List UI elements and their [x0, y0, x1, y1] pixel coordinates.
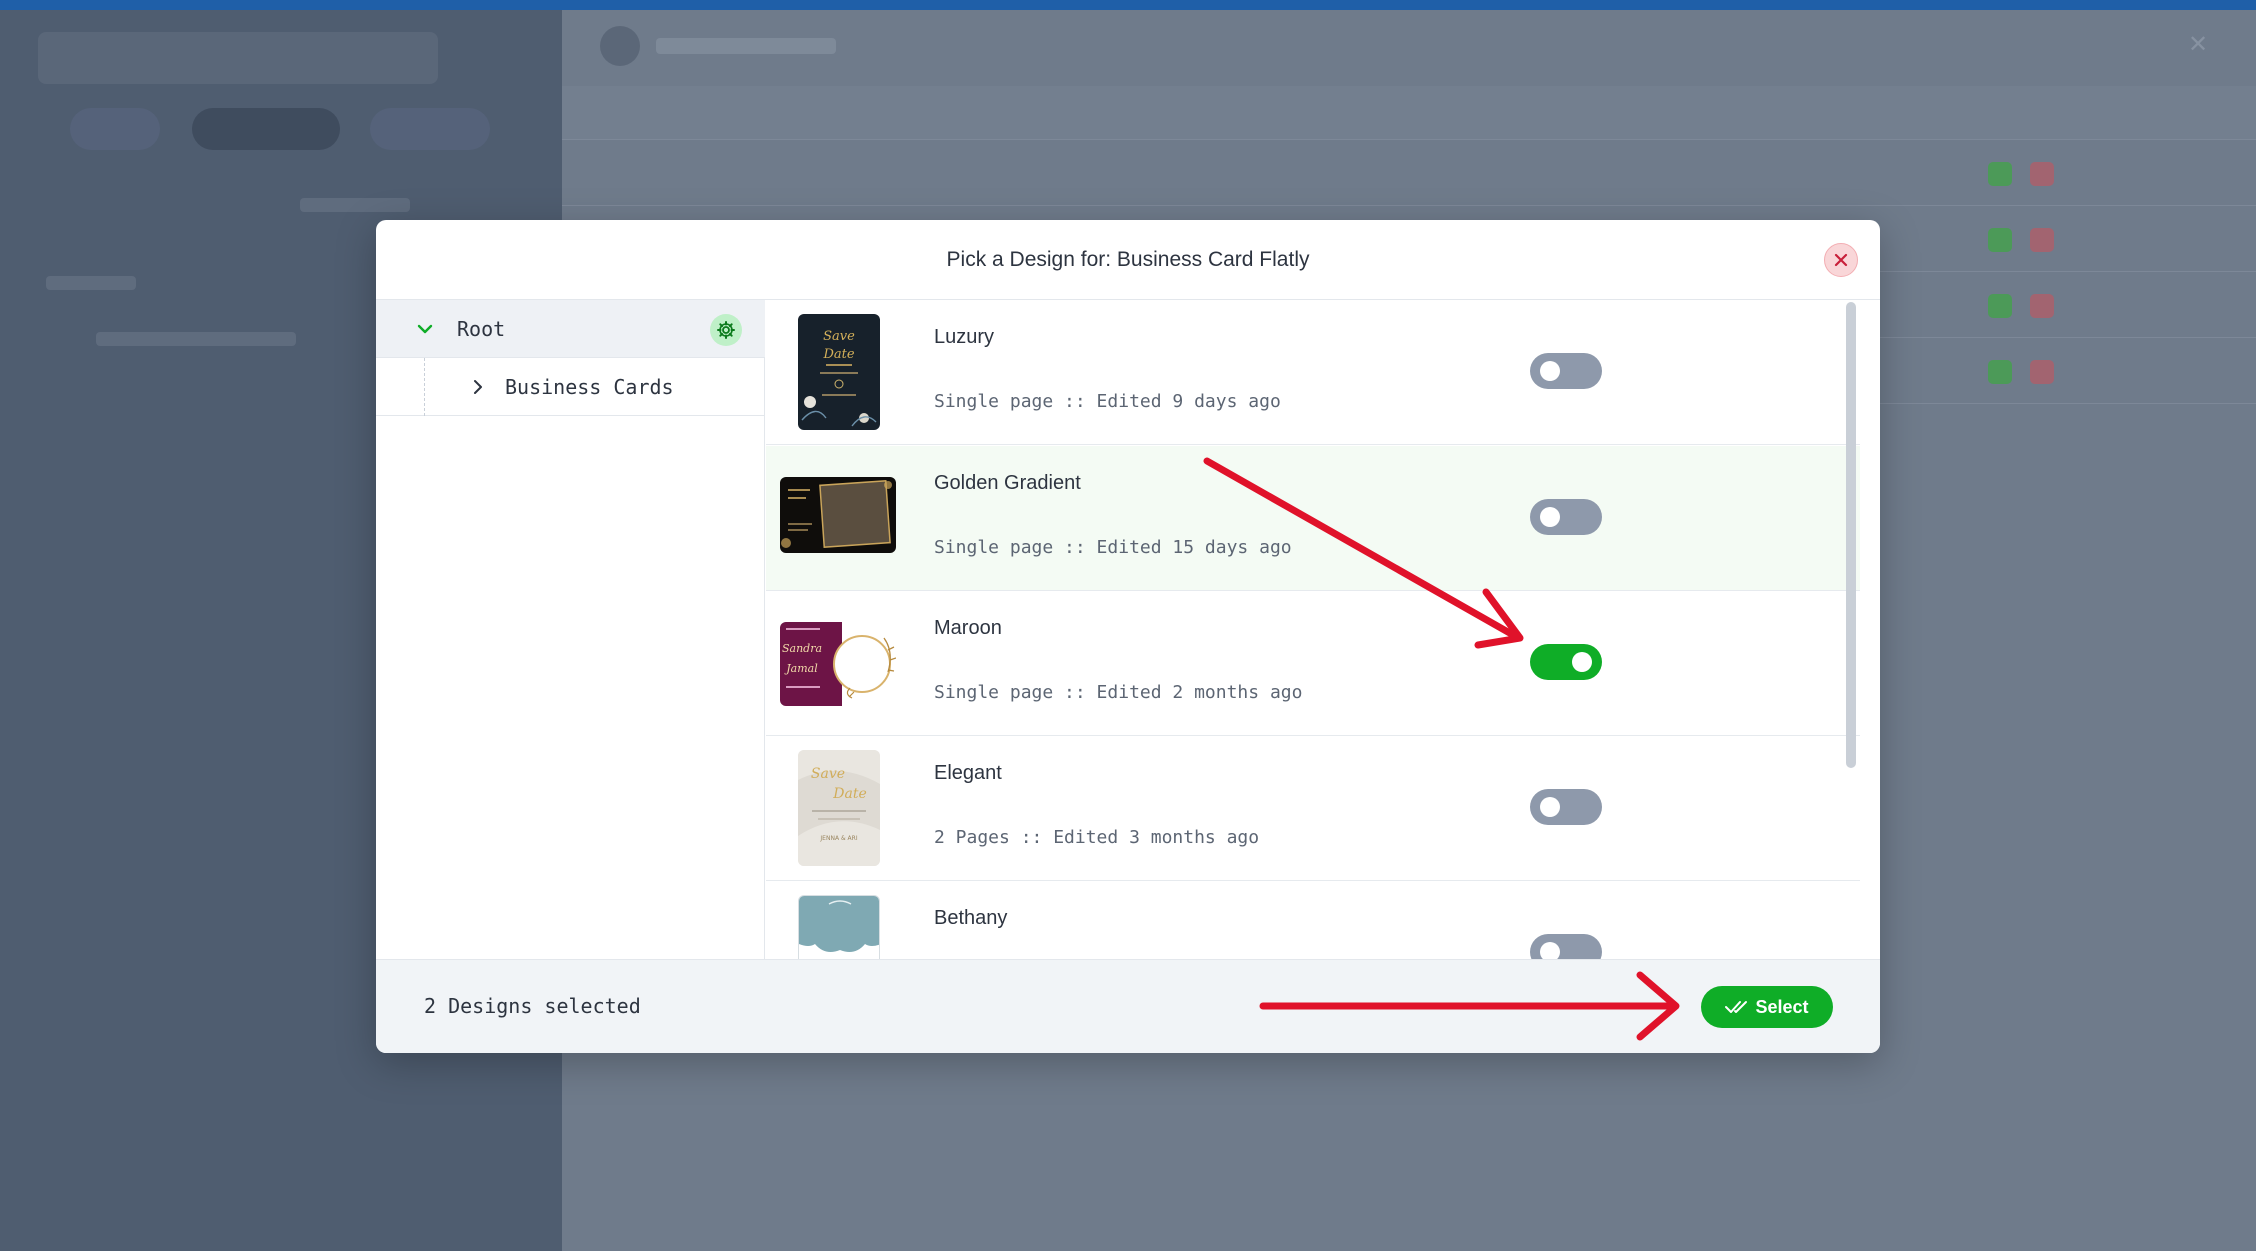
background-x-icon — [2030, 294, 2054, 318]
design-name: Elegant — [934, 762, 1002, 784]
gear-icon — [717, 321, 735, 339]
tree-item-label: Root — [457, 317, 506, 341]
background-text — [96, 332, 296, 346]
tree-item-business-cards[interactable]: Business Cards — [376, 358, 765, 416]
background-check-icon — [1988, 228, 2012, 252]
background-close-icon: ✕ — [2188, 31, 2209, 58]
background-table-header — [562, 86, 2256, 140]
design-row-luzury[interactable]: Save Date Luzury Single page :: Edited 9… — [766, 300, 1860, 445]
design-name: Bethany — [934, 907, 1008, 929]
design-select-toggle[interactable] — [1530, 353, 1602, 389]
design-select-toggle[interactable] — [1530, 499, 1602, 535]
design-thumbnail: Sandra Jamal — [780, 622, 896, 706]
tree-item-label: Business Cards — [505, 375, 674, 399]
design-list: Save Date Luzury Single page :: Edited 9… — [766, 300, 1870, 959]
background-tab — [370, 108, 490, 150]
background-check-icon — [1988, 162, 2012, 186]
background-text — [300, 198, 410, 212]
select-button-label: Select — [1755, 996, 1809, 1017]
tree-settings-button[interactable] — [710, 314, 742, 346]
list-scrollbar[interactable] — [1846, 302, 1856, 768]
top-accent-bar — [0, 0, 2256, 10]
background-tab — [70, 108, 160, 150]
design-thumbnail — [780, 477, 896, 553]
design-picker-modal: Pick a Design for: Business Card Flatly … — [376, 220, 1880, 1053]
select-button[interactable]: Select — [1701, 986, 1833, 1028]
design-thumbnail — [798, 895, 880, 959]
tree-item-root[interactable]: Root — [376, 300, 765, 358]
design-meta: Single page :: Edited 2 months ago — [934, 682, 1303, 703]
background-check-icon — [1988, 360, 2012, 384]
close-icon — [1834, 253, 1848, 267]
design-name: Golden Gradient — [934, 472, 1081, 494]
svg-text:Save: Save — [823, 329, 855, 344]
design-select-toggle[interactable] — [1530, 934, 1602, 959]
background-tab-active — [192, 108, 340, 150]
background-x-icon — [2030, 162, 2054, 186]
background-x-icon — [2030, 360, 2054, 384]
svg-text:Sandra: Sandra — [782, 642, 822, 655]
tree-guide-line — [424, 358, 425, 416]
design-name: Luzury — [934, 326, 995, 348]
background-text — [46, 276, 136, 290]
design-row-maroon[interactable]: Sandra Jamal Maroon Single page :: Edite… — [766, 591, 1860, 736]
design-select-toggle[interactable] — [1530, 789, 1602, 825]
modal-close-button[interactable] — [1824, 243, 1858, 277]
background-x-icon — [2030, 228, 2054, 252]
modal-title: Pick a Design for: Business Card Flatly — [946, 247, 1310, 271]
background-page-title — [600, 26, 836, 66]
modal-header: Pick a Design for: Business Card Flatly — [376, 220, 1880, 300]
design-row-bethany[interactable]: Bethany — [766, 881, 1860, 959]
svg-text:Jamal: Jamal — [784, 662, 818, 675]
double-check-icon — [1725, 1001, 1748, 1013]
design-thumbnail: Save Date — [798, 314, 880, 430]
svg-text:Save: Save — [811, 766, 845, 782]
design-select-toggle[interactable] — [1530, 644, 1602, 680]
modal-footer: 2 Designs selected Select — [376, 959, 1880, 1053]
svg-text:Date: Date — [822, 347, 854, 362]
design-meta: 2 Pages :: Edited 3 months ago — [934, 827, 1260, 848]
svg-text:JENNA & ARI: JENNA & ARI — [819, 835, 857, 842]
chevron-right-icon — [474, 380, 482, 394]
folder-tree: Root Business Cards — [376, 300, 765, 959]
design-name: Maroon — [934, 617, 1002, 639]
design-row-elegant[interactable]: Save Date JENNA & ARI Elegant 2 Pages ::… — [766, 736, 1860, 881]
design-row-golden-gradient[interactable]: Golden Gradient Single page :: Edited 15… — [766, 446, 1860, 591]
design-thumbnail: Save Date JENNA & ARI — [798, 750, 880, 866]
chevron-down-icon — [417, 324, 433, 334]
design-meta: Single page :: Edited 9 days ago — [934, 391, 1281, 412]
background-check-icon — [1988, 294, 2012, 318]
selection-count: 2 Designs selected — [424, 994, 641, 1018]
svg-text:Date: Date — [832, 786, 866, 802]
background-search-field — [38, 32, 438, 84]
design-meta: Single page :: Edited 15 days ago — [934, 537, 1292, 558]
